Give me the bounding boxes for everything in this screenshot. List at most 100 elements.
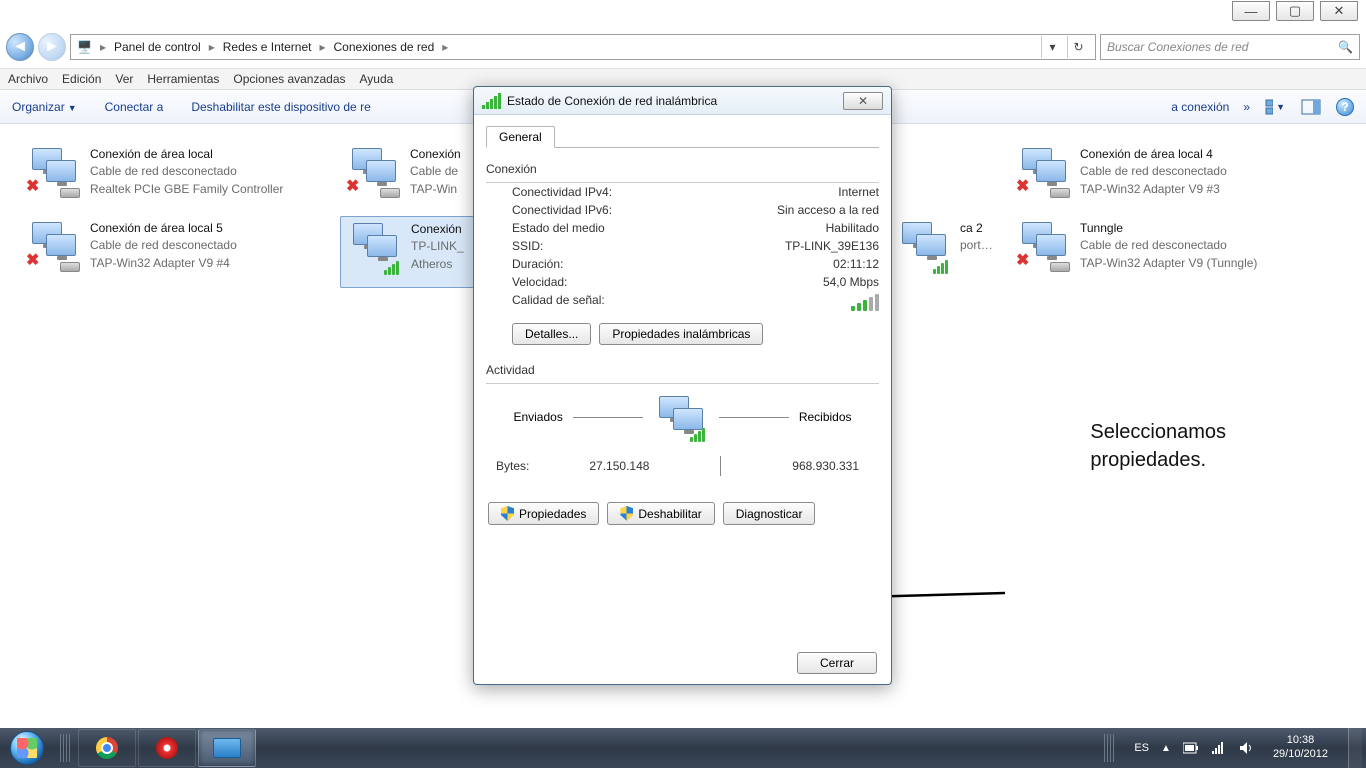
connection-item[interactable]: ✖TunngleCable de red desconectadoTAP-Win… xyxy=(1010,216,1340,288)
connection-adapter: TAP-Win32 Adapter V9 (Tunngle) xyxy=(1080,255,1257,272)
connection-item[interactable]: ca 2port A... xyxy=(890,216,1000,288)
refresh-button[interactable]: ↻ xyxy=(1067,36,1089,58)
status-row-key: Estado del medio xyxy=(512,221,605,235)
status-row-value: Internet xyxy=(838,185,879,199)
windows-orb-icon xyxy=(10,731,44,765)
activity-icon xyxy=(653,394,709,440)
details-button[interactable]: Detalles... xyxy=(512,323,591,345)
back-button[interactable]: ◄ xyxy=(6,33,34,61)
disconnected-x-icon: ✖ xyxy=(26,176,39,196)
help-button[interactable]: ? xyxy=(1336,98,1354,116)
search-input[interactable]: Buscar Conexiones de red 🔍 xyxy=(1100,34,1360,60)
cable-icon xyxy=(1050,262,1070,272)
address-dropdown[interactable]: ▾ xyxy=(1041,36,1063,58)
diagnose-button[interactable]: Diagnosticar xyxy=(723,502,816,525)
breadcrumb[interactable]: Redes e Internet xyxy=(223,40,312,54)
start-button[interactable] xyxy=(0,728,54,768)
network-adapter-icon: ✖ xyxy=(1016,220,1070,274)
close-button[interactable]: ✕ xyxy=(1320,1,1358,21)
cable-icon xyxy=(60,188,80,198)
maximize-button[interactable]: ▢ xyxy=(1276,1,1314,21)
group-connection-label: Conexión xyxy=(486,162,537,176)
view-options-button[interactable]: ▼ xyxy=(1264,96,1286,118)
language-indicator[interactable]: ES xyxy=(1134,742,1149,754)
volume-tray-icon[interactable] xyxy=(1239,741,1253,755)
diagnose-connection-button[interactable]: a conexión xyxy=(1171,100,1229,114)
connect-to-button[interactable]: Conectar a xyxy=(105,100,164,114)
close-dialog-button[interactable]: Cerrar xyxy=(797,652,877,674)
status-row-key: Duración: xyxy=(512,257,563,271)
dialog-close-button[interactable]: ✕ xyxy=(843,92,883,110)
signal-quality-label: Calidad de señal: xyxy=(512,293,605,311)
bytes-label: Bytes: xyxy=(496,459,529,473)
clock[interactable]: 10:3829/10/2012 xyxy=(1265,734,1336,762)
wireless-properties-button[interactable]: Propiedades inalámbricas xyxy=(599,323,763,345)
menu-herramientas[interactable]: Herramientas xyxy=(147,72,219,86)
overflow-button[interactable]: » xyxy=(1243,100,1250,114)
status-row-key: Conectividad IPv4: xyxy=(512,185,612,199)
shield-icon xyxy=(620,506,633,521)
organize-button[interactable]: Organizar▼ xyxy=(12,100,77,114)
connection-item[interactable]: ConexiónTP-LINK_Atheros xyxy=(340,216,490,288)
wifi-status-dialog: Estado de Conexión de red inalámbrica ✕ … xyxy=(473,86,892,685)
disconnected-x-icon: ✖ xyxy=(1016,250,1029,270)
signal-strength-icon xyxy=(851,293,879,311)
chevron-right-icon: ▸ xyxy=(442,40,448,54)
menu-archivo[interactable]: Archivo xyxy=(8,72,48,86)
chevron-right-icon: ▸ xyxy=(209,40,215,54)
connection-item[interactable]: ✖Conexión de área localCable de red desc… xyxy=(20,142,335,214)
taskbar-grip[interactable] xyxy=(60,734,72,762)
network-adapter-icon: ✖ xyxy=(1016,146,1070,200)
network-adapter-icon xyxy=(347,221,401,275)
connection-item[interactable]: ✖ Conexión de área local 4Cable de red de… xyxy=(1010,142,1340,214)
minimize-button[interactable]: — xyxy=(1232,1,1270,21)
taskbar-opera[interactable] xyxy=(138,729,196,767)
connection-adapter: Realtek PCIe GBE Family Controller xyxy=(90,181,283,198)
menu-edicion[interactable]: Edición xyxy=(62,72,101,86)
wifi-bars-icon xyxy=(933,260,948,274)
show-desktop-button[interactable] xyxy=(1348,728,1362,768)
network-adapter-icon xyxy=(896,220,950,274)
taskbar-explorer[interactable] xyxy=(198,729,256,767)
battery-icon[interactable] xyxy=(1183,742,1199,754)
search-placeholder: Buscar Conexiones de red xyxy=(1107,40,1248,54)
shield-icon xyxy=(501,506,514,521)
address-bar[interactable]: 🖥️ ▸ Panel de control ▸ Redes e Internet… xyxy=(70,34,1096,60)
bytes-sent-value: 27.150.148 xyxy=(589,459,649,473)
show-hidden-icons[interactable]: ▲ xyxy=(1161,743,1171,754)
forward-button[interactable]: ► xyxy=(38,33,66,61)
annotation-text: Seleccionamos propiedades. xyxy=(1090,418,1226,474)
menu-ver[interactable]: Ver xyxy=(115,72,133,86)
status-row-value: 54,0 Mbps xyxy=(823,275,879,289)
status-row-value: Habilitado xyxy=(826,221,879,235)
breadcrumb[interactable]: Panel de control xyxy=(114,40,201,54)
connection-title: Conexión de área local 5 xyxy=(90,220,237,237)
connection-adapter: Atheros xyxy=(411,256,464,273)
connection-adapter: TAP-Win xyxy=(410,181,461,198)
menu-ayuda[interactable]: Ayuda xyxy=(360,72,394,86)
group-activity-label: Actividad xyxy=(486,363,535,377)
connection-title: Conexión de área local 4 xyxy=(1080,146,1227,163)
connection-status: Cable de red desconectado xyxy=(90,237,237,254)
tray-grip[interactable] xyxy=(1104,734,1116,762)
connection-status: Cable de red desconectado xyxy=(1080,163,1227,180)
status-row-value: Sin acceso a la red xyxy=(777,203,879,217)
menu-opciones-avanzadas[interactable]: Opciones avanzadas xyxy=(233,72,345,86)
network-adapter-icon: ✖ xyxy=(26,220,80,274)
network-tray-icon[interactable] xyxy=(1211,741,1227,755)
explorer-icon xyxy=(213,738,241,758)
connection-item[interactable]: ✖ConexiónCable deTAP-Win xyxy=(340,142,490,214)
breadcrumb[interactable]: Conexiones de red xyxy=(334,40,435,54)
tab-general[interactable]: General xyxy=(486,126,555,148)
taskbar-chrome[interactable] xyxy=(78,729,136,767)
disable-device-button[interactable]: Deshabilitar este dispositivo de re xyxy=(191,100,370,114)
properties-button[interactable]: Propiedades xyxy=(488,502,599,525)
received-label: Recibidos xyxy=(799,410,852,424)
preview-pane-button[interactable] xyxy=(1300,96,1322,118)
connection-item[interactable]: ✖ Conexión de área local 5Cable de red de… xyxy=(20,216,335,288)
disconnected-x-icon: ✖ xyxy=(26,250,39,270)
connection-status: Cable de red desconectado xyxy=(1080,237,1257,254)
control-panel-icon: 🖥️ xyxy=(77,40,92,54)
search-icon: 🔍 xyxy=(1338,40,1353,54)
disable-button[interactable]: Deshabilitar xyxy=(607,502,714,525)
